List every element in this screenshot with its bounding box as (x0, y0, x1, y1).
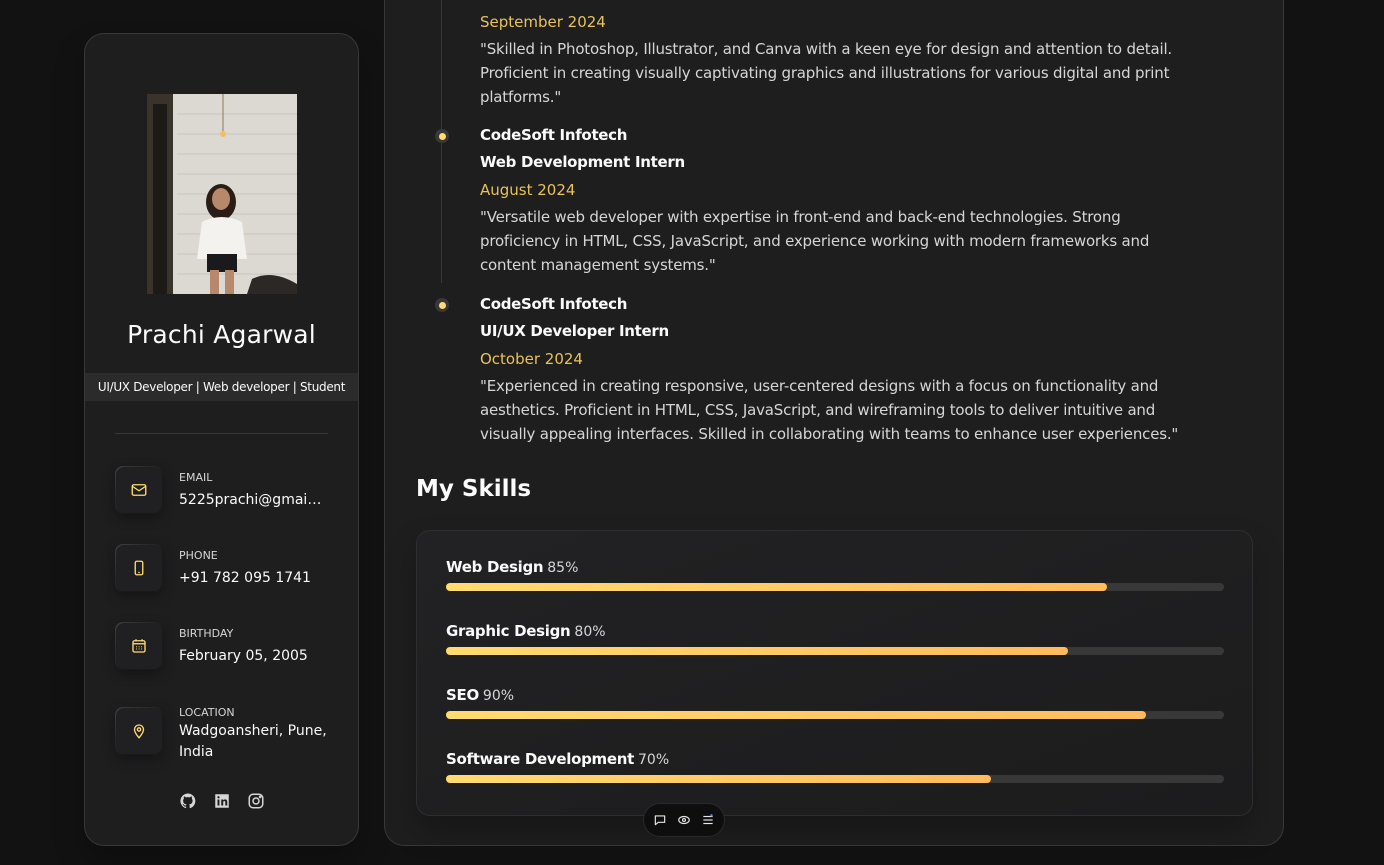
skill-percent: 90% (482, 688, 515, 704)
skill-name: Software Development (446, 750, 634, 768)
instagram-icon[interactable] (247, 792, 265, 810)
skills-list: Web Design 85% Graphic Design 80% SEO 90% S… (416, 530, 1253, 816)
separator (115, 433, 328, 434)
profile-photo (147, 94, 297, 294)
github-icon[interactable] (179, 792, 197, 810)
skill-progress-fill (446, 583, 1108, 591)
timeline-date: August 2024 (480, 181, 576, 199)
timeline-date: September 2024 (480, 13, 606, 31)
skill-percent: 85% (547, 560, 579, 576)
mail-icon (115, 466, 163, 514)
timeline-description: "Versatile web developer with expertise … (480, 208, 1150, 274)
skill-percent: 70% (638, 752, 670, 768)
location-value: Wadgoansheri, Pune, India (179, 723, 327, 760)
timeline-company: CodeSoft Infotech (480, 295, 628, 313)
contact-phone: PHONE +91 782 095 1741 (115, 544, 345, 594)
skill-progress-bar (446, 647, 1224, 655)
skill-item: Graphic Design 80% (446, 621, 1224, 655)
menu-icon[interactable] (701, 813, 715, 827)
linkedin-icon[interactable] (213, 792, 231, 810)
timeline-role: UI/UX Developer Intern (480, 322, 669, 340)
profile-title-badge: UI/UX Developer | Web developer | Studen… (85, 373, 358, 401)
skill-progress-fill (446, 647, 1069, 655)
skills-title: My Skills (416, 476, 532, 502)
timeline-company: CodeSoft Infotech (480, 126, 628, 144)
timeline-description: "Experienced in creating responsive, use… (480, 377, 1179, 443)
skill-progress-bar (446, 583, 1224, 591)
skill-item: Web Design 85% (446, 557, 1224, 591)
timeline-item: CodeSoft Infotech Web Development Intern… (435, 122, 1200, 277)
phone-label: PHONE (179, 549, 218, 562)
location-icon (115, 707, 163, 755)
timeline-role: Web Development Intern (480, 153, 685, 171)
location-label: LOCATION (179, 706, 235, 719)
birthday-label: BIRTHDAY (179, 627, 234, 640)
skill-item: Software Development 70% (446, 749, 1224, 783)
skill-progress-bar (446, 711, 1224, 719)
email-label: EMAIL (179, 471, 213, 484)
contact-birthday: BIRTHDAY February 05, 2005 (115, 622, 345, 672)
timeline-dot (435, 298, 449, 312)
timeline-date: October 2024 (480, 350, 583, 368)
skill-name: Web Design (446, 558, 544, 576)
social-links (85, 792, 358, 810)
timeline-description: "Skilled in Photoshop, Illustrator, and … (480, 40, 1172, 106)
contact-location: LOCATION Wadgoansheri, Pune, India (115, 706, 345, 767)
timeline-item: September 2024 "Skilled in Photoshop, Il… (480, 8, 1200, 109)
email-link[interactable]: 5225prachi@gmail.com (179, 490, 324, 511)
skill-percent: 80% (574, 624, 606, 640)
skill-name: Graphic Design (446, 622, 571, 640)
timeline-dot (435, 129, 449, 143)
comment-icon[interactable] (653, 813, 667, 827)
avatar (147, 94, 297, 294)
skill-progress-fill (446, 711, 1147, 719)
skill-progress-bar (446, 775, 1224, 783)
skill-progress-fill (446, 775, 991, 783)
eye-icon[interactable] (677, 813, 691, 827)
skill-item: SEO 90% (446, 685, 1224, 719)
timeline-item: CodeSoft Infotech UI/UX Developer Intern… (435, 291, 1200, 446)
floating-toolbar (643, 803, 725, 837)
phone-icon (115, 544, 163, 592)
sidebar: Prachi Agarwal UI/UX Developer | Web dev… (84, 33, 359, 846)
contact-email: EMAIL 5225prachi@gmail.com (115, 466, 345, 516)
skill-name: SEO (446, 686, 479, 704)
calendar-icon (115, 622, 163, 670)
birthday-value: February 05, 2005 (179, 648, 308, 664)
phone-link[interactable]: +91 782 095 1741 (179, 568, 339, 589)
main-content: September 2024 "Skilled in Photoshop, Il… (384, 0, 1284, 846)
profile-name: Prachi Agarwal (127, 320, 316, 349)
